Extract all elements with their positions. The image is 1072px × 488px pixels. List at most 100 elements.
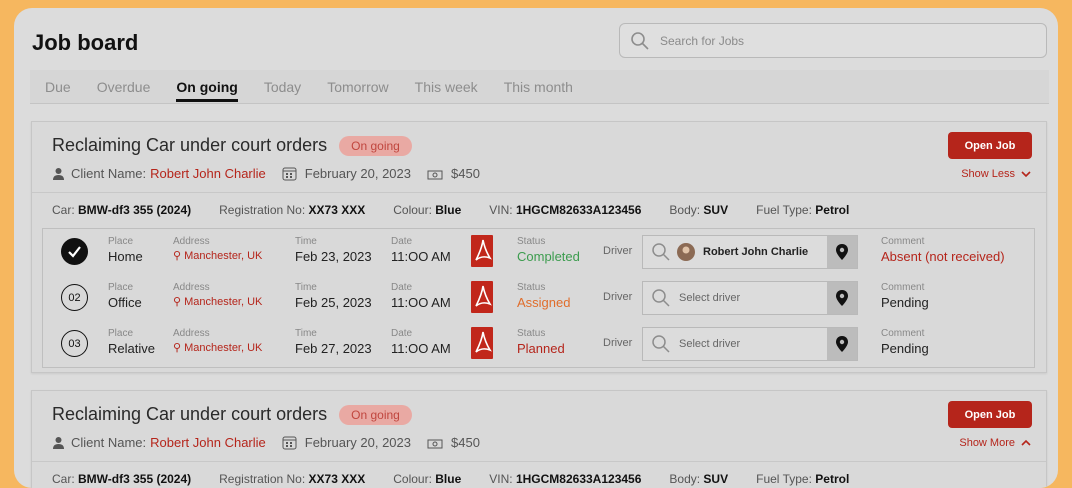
open-job-button[interactable]: Open Job (948, 401, 1032, 428)
money-icon (427, 170, 443, 179)
toggle-label: Show More (959, 437, 1015, 449)
app-window: Job board Search for Jobs Due Overdue On… (14, 8, 1058, 488)
search-field[interactable]: Search for Jobs (619, 23, 1047, 58)
user-icon (53, 168, 64, 180)
status-cell: Status Completed (517, 236, 580, 264)
location-pin-icon (836, 336, 848, 352)
tab-today[interactable]: Today (264, 71, 301, 103)
date-cell: Date 11:OO AM (391, 236, 451, 264)
tab-this-month[interactable]: This month (504, 71, 573, 103)
job-title-row: Reclaiming Car under court orders On goi… (52, 404, 412, 425)
location-pin-icon (836, 290, 848, 306)
car-spec: Car: BMW-df3 355 (2024) (52, 472, 192, 486)
client-label: Client Name: (71, 166, 147, 181)
stop-number: 03 (61, 330, 88, 357)
status-badge: On going (339, 404, 412, 425)
tab-overdue[interactable]: Overdue (97, 71, 151, 103)
date-cell: Date 11:OO AM (391, 282, 451, 310)
driver-name: Robert John Charlie (703, 246, 809, 258)
page-title: Job board (32, 30, 139, 55)
date-segment: February 20, 2023 (282, 166, 411, 181)
place-cell: Place Relative (108, 328, 155, 356)
comment-cell: Comment Absent (not received) (881, 236, 1005, 264)
job-card: Reclaiming Car under court orders On goi… (31, 121, 1047, 373)
pdf-icon[interactable] (470, 234, 496, 268)
colour-spec: Colour: Blue (393, 203, 462, 217)
price-segment: $450 (427, 166, 480, 181)
client-segment: Client Name: Robert John Charlie (52, 435, 266, 450)
search-input[interactable]: Search for Jobs (660, 34, 744, 48)
open-job-button[interactable]: Open Job (948, 132, 1032, 159)
body-spec: Body: SUV (669, 472, 729, 486)
address-cell: Address ⚲ Manchester, UK (173, 236, 263, 262)
job-meta: Client Name: Robert John Charlie Februar… (52, 435, 496, 450)
show-less-toggle[interactable]: Show Less (961, 168, 1032, 180)
location-pin-icon (836, 244, 848, 260)
address-link[interactable]: ⚲ Manchester, UK (173, 249, 262, 262)
reg-spec: Registration No: XX73 XXX (219, 203, 366, 217)
search-icon (652, 335, 670, 353)
car-spec: Car: BMW-df3 355 (2024) (52, 203, 192, 217)
date-cell: Date 11:OO AM (391, 328, 451, 356)
client-segment: Client Name: Robert John Charlie (52, 166, 266, 181)
stop-row: 02 Place Office Address ⚲ Manchester, UK T… (43, 275, 1034, 321)
car-specs: Car: BMW-df3 355 (2024) Registration No:… (32, 192, 1046, 227)
date-segment: February 20, 2023 (282, 435, 411, 450)
job-price: $450 (451, 435, 480, 450)
tab-on-going[interactable]: On going (176, 71, 239, 103)
tab-bar: Due Overdue On going Today Tomorrow This… (30, 70, 1049, 104)
driver-placeholder: Select driver (679, 338, 741, 350)
pdf-icon[interactable] (470, 326, 496, 360)
job-title-row: Reclaiming Car under court orders On goi… (52, 135, 412, 156)
money-icon (427, 439, 443, 448)
comment-cell: Comment Pending (881, 328, 929, 356)
map-pin-button[interactable] (827, 236, 857, 268)
tab-this-week[interactable]: This week (415, 71, 478, 103)
show-more-toggle[interactable]: Show More (959, 437, 1032, 449)
address-cell: Address ⚲ Manchester, UK (173, 282, 263, 308)
address-link[interactable]: ⚲ Manchester, UK (173, 341, 262, 354)
chevron-down-icon (1021, 171, 1031, 178)
vin-spec: VIN: 1HGCM82633A123456 (489, 472, 642, 486)
job-card: Reclaiming Car under court orders On goi… (31, 390, 1047, 488)
driver-label: Driver (603, 245, 633, 257)
stops-table: Place Home Address ⚲ Manchester, UK Time Fe… (42, 228, 1035, 368)
place-cell: Place Home (108, 236, 143, 264)
body-spec: Body: SUV (669, 203, 729, 217)
time-cell: Time Feb 23, 2023 (295, 236, 372, 264)
place-cell: Place Office (108, 282, 142, 310)
job-date: February 20, 2023 (304, 166, 411, 181)
comment-cell: Comment Pending (881, 282, 929, 310)
client-label: Client Name: (71, 435, 147, 450)
pdf-icon[interactable] (470, 280, 496, 314)
calendar-icon (282, 167, 297, 181)
status-cell: Status Assigned (517, 282, 571, 310)
status-cell: Status Planned (517, 328, 565, 356)
stop-row: 03 Place Relative Address ⚲ Manchester, UK… (43, 321, 1034, 367)
map-pin-button[interactable] (827, 282, 857, 314)
driver-select[interactable]: Select driver (642, 327, 858, 361)
colour-spec: Colour: Blue (393, 472, 462, 486)
job-price: $450 (451, 166, 480, 181)
stop-number: 02 (61, 284, 88, 311)
completed-check-icon (61, 238, 88, 265)
map-pin-button[interactable] (827, 328, 857, 360)
tab-tomorrow[interactable]: Tomorrow (327, 71, 388, 103)
tab-due[interactable]: Due (45, 71, 71, 103)
client-name[interactable]: Robert John Charlie (150, 166, 266, 181)
search-icon (631, 31, 649, 50)
client-name[interactable]: Robert John Charlie (150, 435, 266, 450)
reg-spec: Registration No: XX73 XXX (219, 472, 366, 486)
job-date: February 20, 2023 (304, 435, 411, 450)
address-link[interactable]: ⚲ Manchester, UK (173, 295, 262, 308)
status-badge: On going (339, 135, 412, 156)
chevron-up-icon (1021, 439, 1031, 446)
time-cell: Time Feb 27, 2023 (295, 328, 372, 356)
driver-placeholder: Select driver (679, 292, 741, 304)
search-icon (652, 289, 670, 307)
avatar (677, 243, 695, 261)
driver-select[interactable]: Select driver (642, 281, 858, 315)
driver-select[interactable]: Robert John Charlie (642, 235, 858, 269)
calendar-icon (282, 436, 297, 450)
toggle-label: Show Less (961, 168, 1015, 180)
